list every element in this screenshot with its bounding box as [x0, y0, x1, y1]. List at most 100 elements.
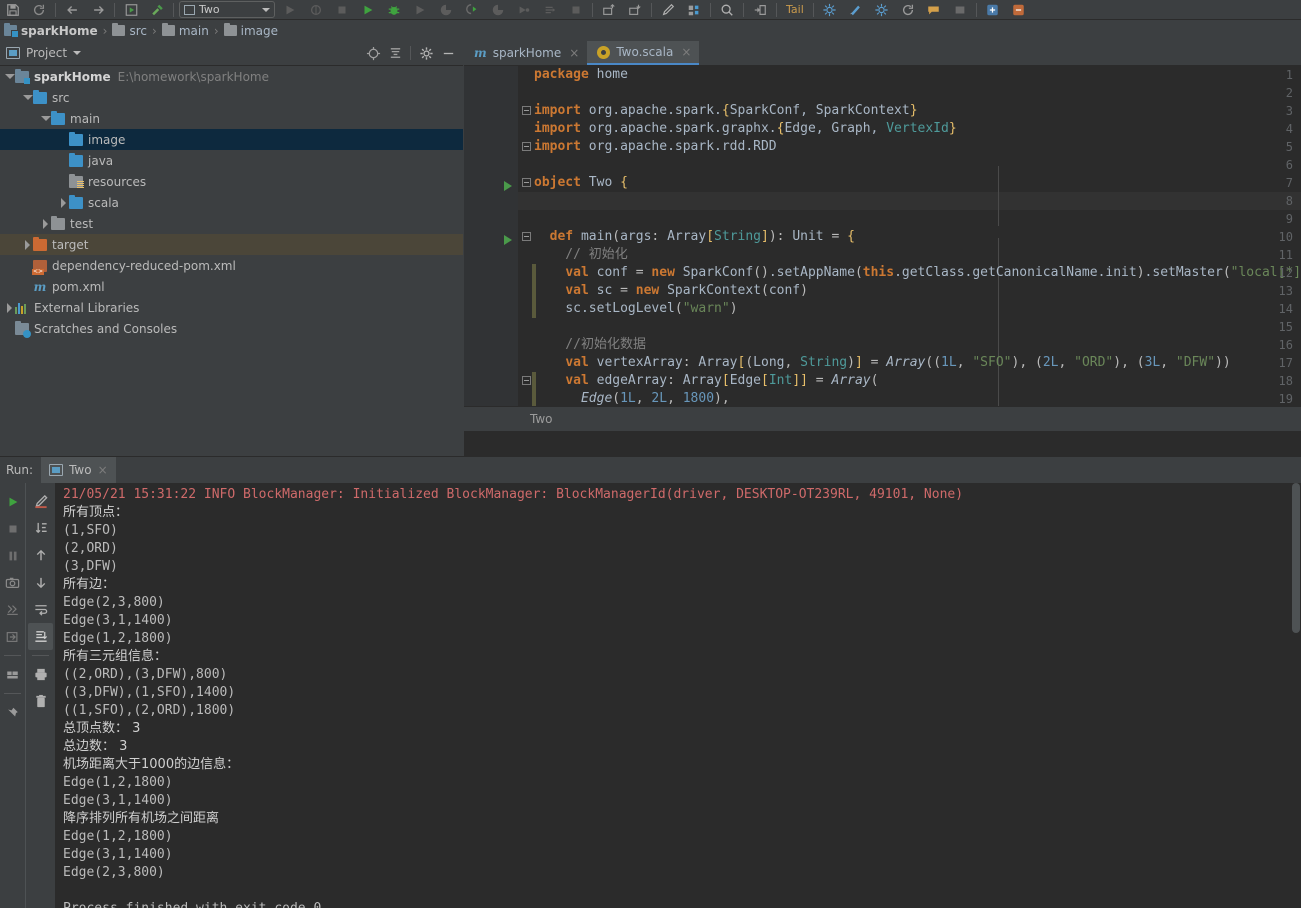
tree-node-src[interactable]: src	[0, 87, 463, 108]
structure-icon[interactable]	[681, 0, 707, 19]
breadcrumb-item-image[interactable]: image	[223, 23, 278, 38]
code-line: import org.apache.spark.{SparkConf, Spar…	[534, 103, 918, 118]
breadcrumb-item-src[interactable]: src	[112, 23, 147, 38]
soft-wrap-icon[interactable]	[28, 488, 53, 515]
tree-node-main[interactable]: main	[0, 108, 463, 129]
download-icon[interactable]	[622, 0, 648, 19]
minimize-icon[interactable]	[438, 43, 458, 63]
show-panel-icon[interactable]	[0, 661, 25, 688]
trash-icon[interactable]	[28, 688, 53, 715]
project-tree[interactable]: sparkHome E:\homework\sparkHome src main ima…	[0, 66, 463, 456]
tree-node-test[interactable]: test	[0, 213, 463, 234]
breadcrumb-item-sparkhome[interactable]: sparkHome	[4, 23, 98, 38]
toolbar-separator	[592, 2, 593, 17]
code-line: package home	[534, 67, 628, 82]
wrap-text-icon[interactable]	[28, 596, 53, 623]
run-configuration-selector[interactable]: Two	[179, 1, 275, 18]
locate-icon[interactable]	[363, 43, 383, 63]
down-icon[interactable]	[28, 569, 53, 596]
scroll-to-end-icon[interactable]	[28, 515, 53, 542]
update-project-icon[interactable]	[895, 0, 921, 19]
chevron-down-icon[interactable]	[262, 7, 270, 12]
redo-icon[interactable]	[85, 0, 111, 19]
upload-icon[interactable]	[596, 0, 622, 19]
screenshot-icon[interactable]	[0, 569, 25, 596]
close-icon[interactable]: ×	[569, 46, 579, 60]
tail-label[interactable]: Tail	[780, 3, 810, 16]
undo-icon[interactable]	[59, 0, 85, 19]
speech-bubble-icon[interactable]	[921, 0, 947, 19]
tree-node-pom-xml[interactable]: m pom.xml	[0, 276, 463, 297]
code-editor[interactable]: package home import org.apache.spark.{Spa…	[464, 66, 1301, 431]
breadcrumb: sparkHome › src › main › image	[0, 20, 1301, 41]
toolbar-separator	[114, 2, 115, 17]
tree-node-scratches-and-consoles[interactable]: Scratches and Consoles	[0, 318, 463, 339]
close-icon[interactable]: ×	[98, 463, 108, 477]
editor-breadcrumb[interactable]: Two	[464, 406, 1301, 431]
plugin-settings-icon[interactable]	[869, 0, 895, 19]
save-icon[interactable]	[0, 0, 26, 19]
scratches-icon	[15, 320, 31, 338]
tab-sparkhome[interactable]: m sparkHome ×	[464, 41, 587, 65]
chevron-down-icon[interactable]	[40, 113, 51, 124]
tree-node-java[interactable]: java	[0, 150, 463, 171]
restore-layout-icon[interactable]	[0, 623, 25, 650]
console-output[interactable]: 21/05/21 15:31:22 INFO BlockManager: Ini…	[55, 483, 1301, 908]
chevron-right-icon[interactable]	[22, 239, 33, 250]
tree-node-image[interactable]: image	[0, 129, 463, 150]
breadcrumb-item-main[interactable]: main	[161, 23, 209, 38]
console-scrollbar-thumb[interactable]	[1292, 483, 1300, 633]
commit-icon[interactable]	[747, 0, 773, 19]
pause-icon[interactable]	[0, 542, 25, 569]
sync-icon[interactable]	[26, 0, 52, 19]
chevron-right-icon[interactable]	[58, 197, 69, 208]
print-icon[interactable]	[28, 661, 53, 688]
run-boxed-icon[interactable]	[118, 0, 144, 19]
run-green-icon[interactable]	[355, 0, 381, 19]
run-tab-two[interactable]: Two ×	[41, 456, 116, 484]
toolbar-separator	[32, 655, 49, 656]
stop-icon[interactable]	[0, 515, 25, 542]
build-hammer-icon[interactable]	[144, 0, 170, 19]
chevron-right-icon[interactable]	[4, 302, 15, 313]
settings-gear-icon[interactable]	[416, 43, 436, 63]
debug-bug-icon[interactable]	[381, 0, 407, 19]
console-line: ((1,SFO),(2,ORD),1800)	[63, 703, 236, 718]
tree-node-target[interactable]: target	[0, 234, 463, 255]
toolbar-separator	[710, 2, 711, 17]
settings-gear-icon[interactable]	[817, 0, 843, 19]
line-number: 3	[1285, 104, 1293, 118]
notification-icon[interactable]	[1006, 0, 1032, 19]
close-icon[interactable]: ×	[681, 45, 691, 59]
run-with-coverage-icon	[407, 0, 433, 19]
tree-node-scala[interactable]: scala	[0, 192, 463, 213]
run-left-toolbar	[0, 483, 25, 908]
ide-settings-icon[interactable]	[843, 0, 869, 19]
chevron-down-icon[interactable]	[22, 92, 33, 103]
panel-icon[interactable]	[947, 0, 973, 19]
edit-pencil-icon[interactable]	[655, 0, 681, 19]
tab-two-scala[interactable]: Two.scala ×	[587, 41, 700, 65]
pin-icon[interactable]	[0, 699, 25, 726]
chevron-down-icon[interactable]	[73, 51, 82, 55]
stop-square-icon	[563, 0, 589, 19]
scroll-to-end-active-icon[interactable]	[28, 623, 53, 650]
search-icon[interactable]	[714, 0, 740, 19]
toolbar-separator	[651, 2, 652, 17]
tree-node-dependency-reduced-pom-xml[interactable]: dependency-reduced-pom.xml	[0, 255, 463, 276]
collapse-all-icon[interactable]	[385, 43, 405, 63]
chevron-down-icon[interactable]	[4, 71, 15, 82]
project-title-group[interactable]: Project	[0, 46, 82, 60]
up-icon[interactable]	[28, 542, 53, 569]
rerun-icon[interactable]	[0, 488, 25, 515]
sync-blue-icon[interactable]	[980, 0, 1006, 19]
tree-node-sparkhome[interactable]: sparkHome E:\homework\sparkHome	[0, 66, 463, 87]
line-number: 9	[1285, 212, 1293, 226]
tree-node-resources[interactable]: resources	[0, 171, 463, 192]
attach-run-icon[interactable]	[459, 0, 485, 19]
tree-node-external-libraries[interactable]: External Libraries	[0, 297, 463, 318]
dump-threads-icon[interactable]	[0, 596, 25, 623]
tree-node-label: image	[88, 132, 126, 147]
chevron-right-icon[interactable]	[40, 218, 51, 229]
